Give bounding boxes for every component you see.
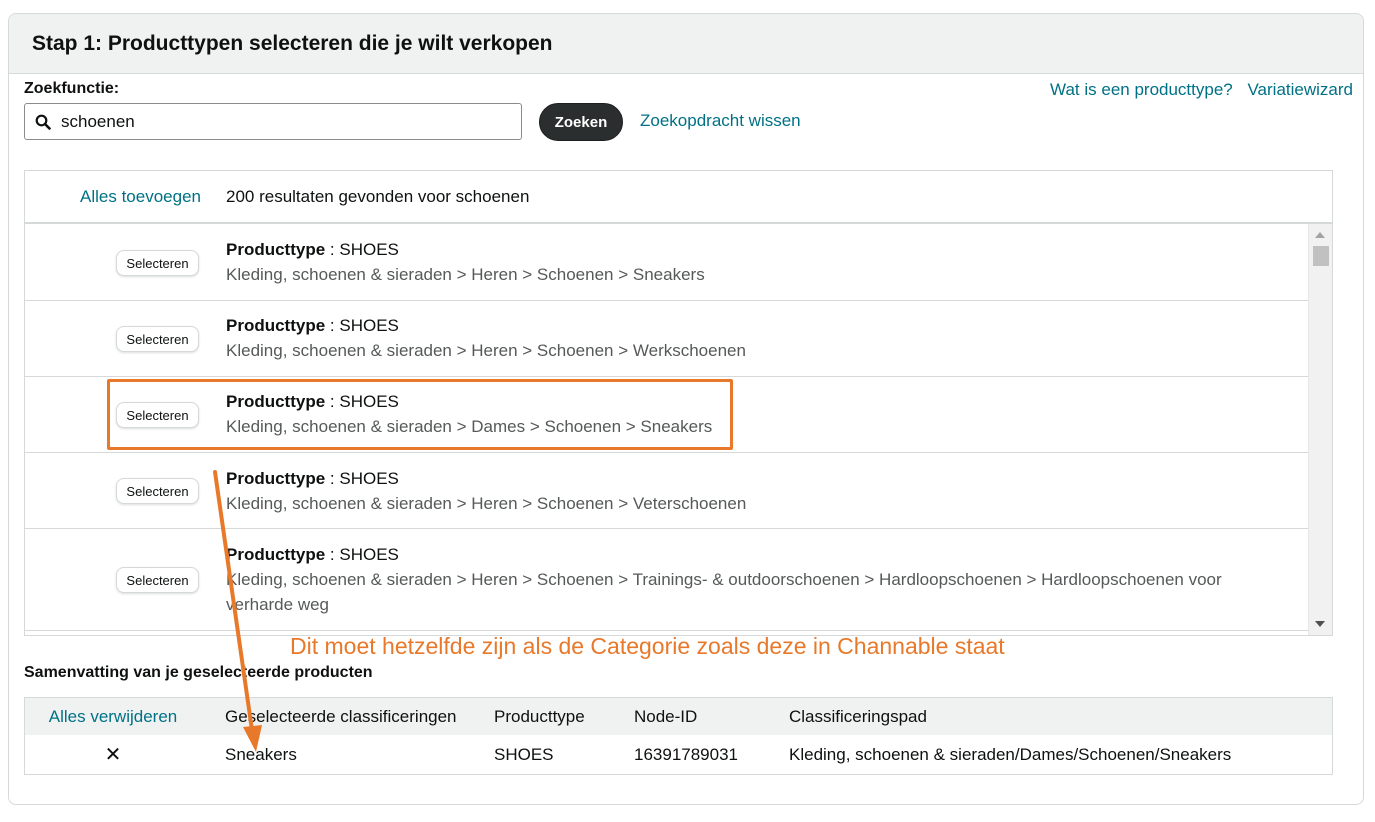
add-all-link[interactable]: Alles toevoegen xyxy=(25,187,201,207)
panel-header: Stap 1: Producttypen selecteren die je w… xyxy=(9,14,1363,74)
annotation-text: Dit moet hetzelfde zijn als de Categorie… xyxy=(290,633,1005,659)
help-links: Wat is een producttype? Variatiewizard xyxy=(1050,80,1353,100)
results-count: 200 resultaten gevonden voor schoenen xyxy=(226,186,530,206)
search-input[interactable] xyxy=(59,110,483,133)
results-scrollbar[interactable] xyxy=(1308,224,1332,635)
result-row: Selecteren Producttype : SHOES Kleding, … xyxy=(25,224,1309,301)
col-classification: Geselecteerde classificeringen xyxy=(225,706,457,726)
panel-title: Stap 1: Producttypen selecteren die je w… xyxy=(32,32,553,55)
scroll-up-arrow-icon[interactable] xyxy=(1315,232,1325,238)
selected-classification-path: Kleding, schoenen & sieraden/Dames/Schoe… xyxy=(789,744,1232,764)
selected-classification: Sneakers xyxy=(225,744,297,764)
summary-title: Samenvatting van je geselecteerde produc… xyxy=(24,664,373,681)
category-path: Kleding, schoenen & sieraden > Heren > S… xyxy=(226,341,746,360)
product-type: Producttype : SHOES xyxy=(226,545,399,564)
remove-icon[interactable]: ✕ xyxy=(25,742,201,767)
summary-row: ✕ Sneakers SHOES 16391789031 Kleding, sc… xyxy=(25,735,1332,774)
selected-node-id: 16391789031 xyxy=(634,744,739,764)
scroll-thumb[interactable] xyxy=(1313,246,1329,266)
select-button[interactable]: Selecteren xyxy=(116,567,199,593)
category-path: Kleding, schoenen & sieraden > Heren > S… xyxy=(226,494,747,513)
result-row: Selecteren Producttype : SHOES Kleding, … xyxy=(25,301,1309,377)
search-icon xyxy=(35,114,51,130)
category-path: Kleding, schoenen & sieraden > Heren > S… xyxy=(226,265,705,284)
search-box[interactable] xyxy=(24,103,522,140)
highlight-box xyxy=(107,379,733,450)
summary-header: Alles verwijderen Geselecteerde classifi… xyxy=(25,698,1332,735)
col-product-type: Producttype xyxy=(494,706,585,726)
clear-search-link[interactable]: Zoekopdracht wissen xyxy=(640,111,801,131)
scroll-down-arrow-icon[interactable] xyxy=(1315,621,1325,627)
search-label: Zoekfunctie: xyxy=(24,80,120,97)
product-type: Producttype : SHOES xyxy=(226,316,399,335)
result-row: Selecteren Producttype : SHOES Kleding, … xyxy=(25,529,1309,631)
product-type: Producttype : SHOES xyxy=(226,469,399,488)
summary-table: Alles verwijderen Geselecteerde classifi… xyxy=(24,697,1333,775)
result-row: Selecteren Producttype : SHOES Kleding, … xyxy=(25,453,1309,529)
variation-wizard-link[interactable]: Variatiewizard xyxy=(1247,80,1353,99)
category-path: Kleding, schoenen & sieraden > Heren > S… xyxy=(226,570,1222,614)
product-type: Producttype : SHOES xyxy=(226,240,399,259)
col-classification-path: Classificeringspad xyxy=(789,706,927,726)
select-button[interactable]: Selecteren xyxy=(116,478,199,504)
what-is-product-type-link[interactable]: Wat is een producttype? xyxy=(1050,80,1233,99)
selected-product-type: SHOES xyxy=(494,744,554,764)
search-button[interactable]: Zoeken xyxy=(539,103,623,141)
select-button[interactable]: Selecteren xyxy=(116,326,199,352)
remove-all-link[interactable]: Alles verwijderen xyxy=(25,707,201,727)
results-header: Alles toevoegen 200 resultaten gevonden … xyxy=(25,171,1332,224)
select-button[interactable]: Selecteren xyxy=(116,250,199,276)
col-node-id: Node-ID xyxy=(634,706,698,726)
